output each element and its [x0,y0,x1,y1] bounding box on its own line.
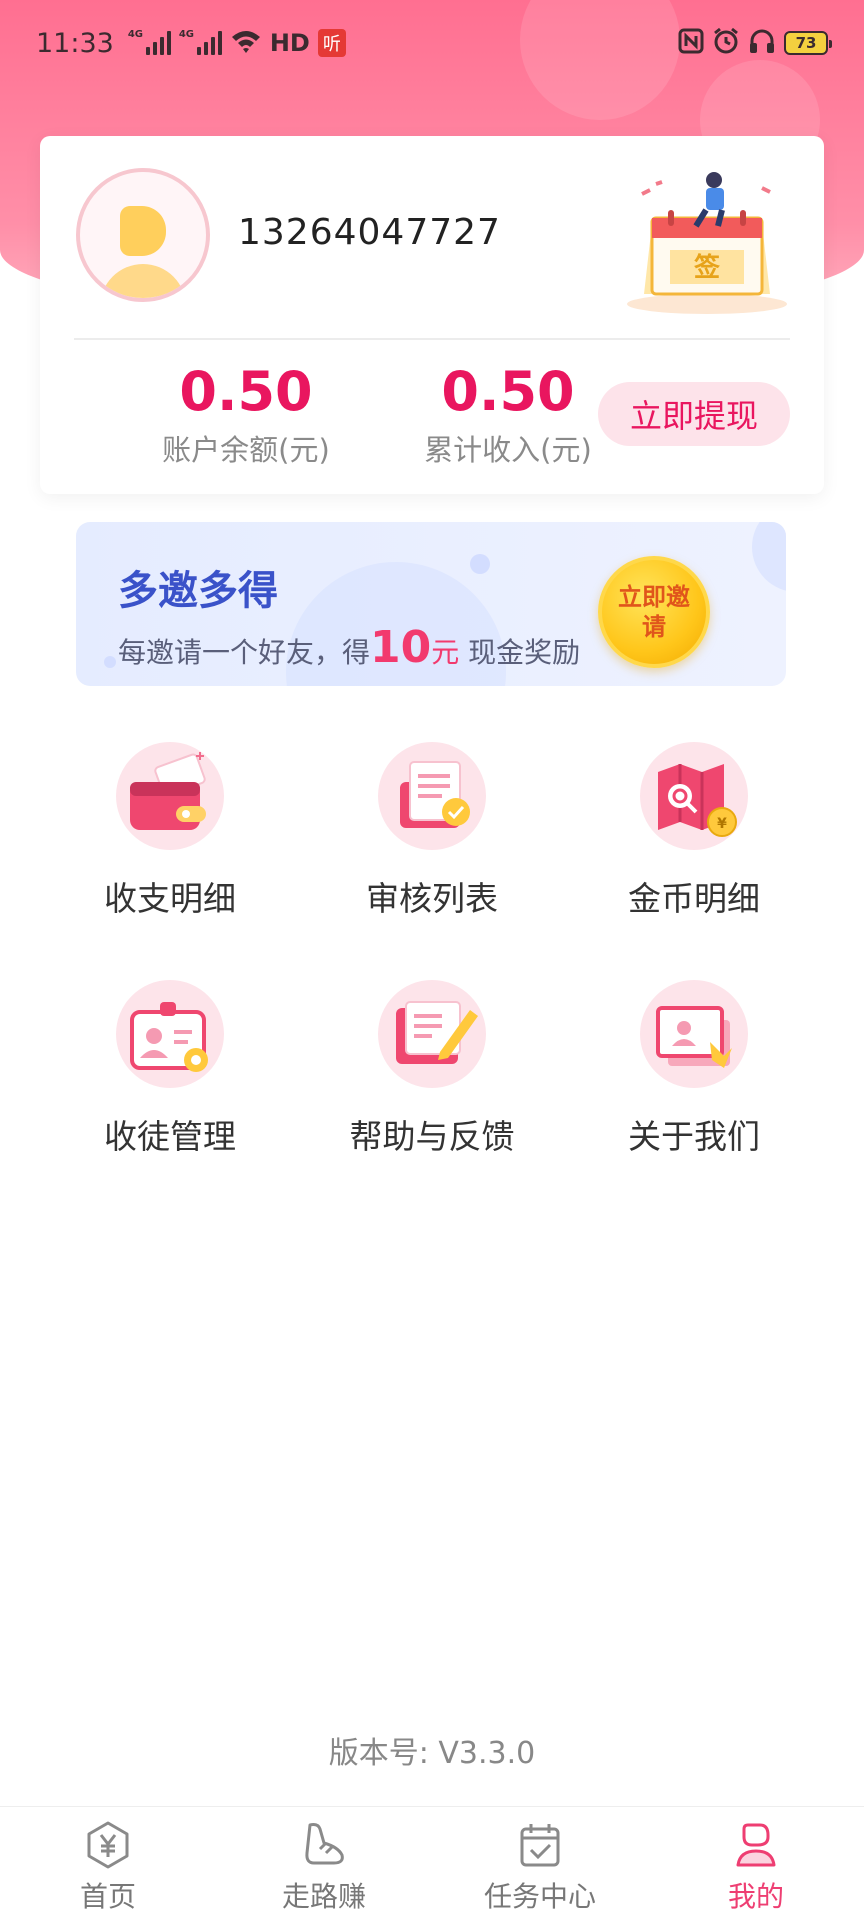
battery-icon: 73 [784,31,832,55]
headphones-icon [748,27,776,60]
hd-indicator: HD [269,29,310,57]
status-time: 11:33 [36,27,114,59]
review-list-icon [378,742,486,850]
nav-task-center[interactable]: 任务中心 [432,1807,648,1920]
user-icon [736,1823,776,1867]
income-value: 0.50 [441,360,575,423]
coin-map-icon: ¥ [640,742,748,850]
invite-now-button[interactable]: 立即邀请 [598,556,710,668]
menu-label: 审核列表 [366,879,498,918]
menu-about-us[interactable]: 关于我们 [574,980,814,1180]
card-divider [74,338,790,340]
menu-coin-details[interactable]: ¥ 金币明细 [574,742,814,942]
menu-income-expense-details[interactable]: 收支明细 [50,742,290,942]
shoe-icon [305,1823,344,1865]
invite-title: 多邀多得 [118,568,278,614]
apprentice-card-icon [116,980,224,1088]
app-version: 版本号: V3.3.0 [328,1736,536,1771]
menu-label: 收支明细 [104,879,236,918]
menu-label: 收徒管理 [104,1117,236,1156]
feedback-edit-icon [378,980,486,1088]
cellular-signal-icon: 4G [128,29,171,55]
alarm-icon [712,27,740,60]
wallet-icon [116,742,224,850]
nav-home[interactable]: 首页 [0,1807,216,1920]
menu-label: 关于我们 [628,1117,760,1156]
invite-banner[interactable]: 多邀多得 每邀请一个好友，得10元 现金奖励 立即邀请 [76,522,786,686]
nav-mine[interactable]: 我的 [648,1807,864,1920]
cellular-signal-icon-2: 4G [179,29,222,55]
income-label: 累计收入(元) [424,433,592,468]
balance-label: 账户余额(元) [162,433,330,468]
menu-apprentice-management[interactable]: 收徒管理 [50,980,290,1180]
svg-text:¥: ¥ [717,816,727,832]
bottom-navigation: 首页 走路赚 任务中心 我的 [0,1806,864,1920]
wifi-icon [230,28,262,58]
invite-amount: 10 [370,622,432,673]
app-notification-badge: 听 [317,29,346,57]
svg-text:签: 签 [694,252,721,283]
avatar[interactable] [76,168,210,302]
total-income-stat[interactable]: 0.50 累计收入(元) [398,362,618,469]
profile-card: 13264047727 签 0.50 账户余额(元) 0.50 累计收入(元) … [40,136,824,494]
nfc-icon [678,28,704,59]
user-phone-number: 13264047727 [238,212,501,253]
menu-review-list[interactable]: 审核列表 [312,742,552,942]
withdraw-button[interactable]: 立即提现 [598,382,790,446]
balance-value: 0.50 [179,360,313,423]
nav-walk-earn[interactable]: 走路赚 [216,1807,432,1920]
yuan-hexagon-icon [87,1821,129,1869]
about-us-icon [640,980,748,1088]
menu-help-feedback[interactable]: 帮助与反馈 [312,980,552,1180]
menu-label: 金币明细 [628,879,760,918]
calendar-check-icon [520,1824,560,1867]
status-bar: 11:33 4G 4G HD 听 73 [0,0,864,86]
daily-sign-in-calendar-icon[interactable]: 签 [622,166,792,316]
account-balance-stat[interactable]: 0.50 账户余额(元) [136,362,356,469]
menu-label: 帮助与反馈 [349,1117,515,1156]
invite-subtitle: 每邀请一个好友，得10元 现金奖励 [118,622,581,673]
